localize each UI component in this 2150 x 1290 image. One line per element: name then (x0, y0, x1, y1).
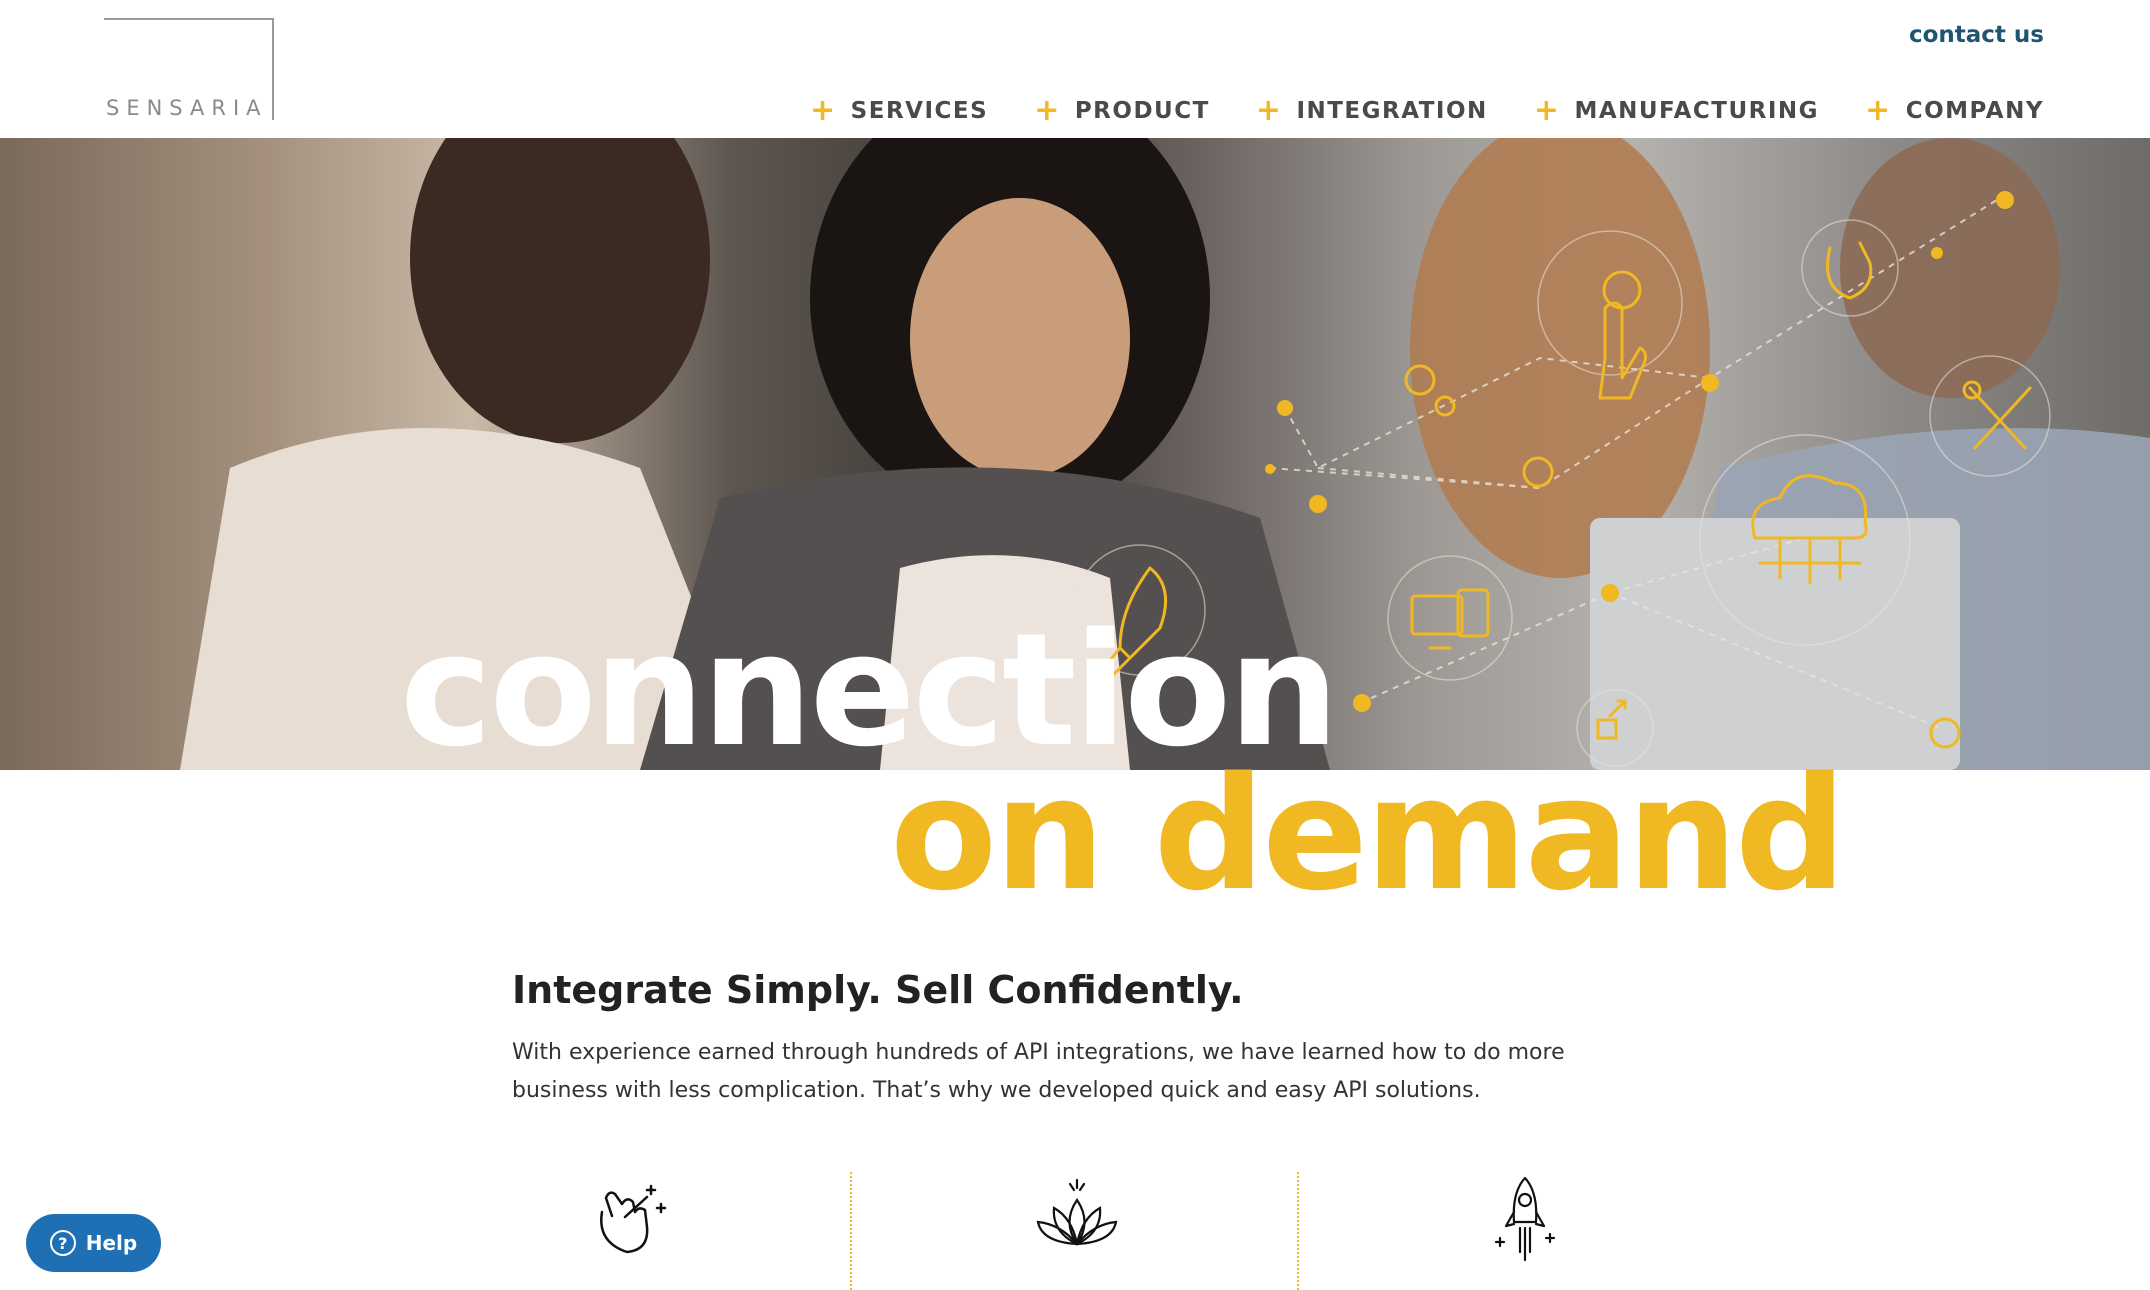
section-headline: Integrate Simply. Sell Confidently. (512, 968, 1244, 1012)
person-face-2 (910, 198, 1130, 478)
contact-us-link[interactable]: contact us (1909, 22, 2044, 48)
site-header: SENSARIA contact us + SERVICES + PRODUCT… (0, 0, 2150, 138)
rocket-icon (1480, 1172, 1570, 1262)
nav-label: SERVICES (850, 98, 989, 124)
question-icon: ? (49, 1230, 76, 1256)
help-label: Help (85, 1231, 138, 1255)
plus-icon: + (1533, 93, 1561, 128)
nav-item-services[interactable]: + SERVICES (810, 96, 988, 126)
person-head-1 (410, 138, 710, 443)
plus-icon: + (1865, 93, 1892, 128)
help-button[interactable]: ? Help (26, 1214, 161, 1272)
laptop (1590, 518, 1960, 770)
nav-label: MANUFACTURING (1574, 98, 1820, 124)
nav-item-manufacturing[interactable]: + MANUFACTURING (1534, 96, 1819, 126)
devices-icon (1410, 588, 1490, 650)
person-hair-3 (1410, 138, 1710, 578)
feature-divider (850, 1172, 852, 1290)
main-nav: + SERVICES + PRODUCT + INTEGRATION + MAN… (810, 96, 2044, 126)
nav-label: INTEGRATION (1296, 98, 1488, 124)
nav-item-company[interactable]: + COMPANY (1865, 96, 2044, 126)
hero-title-line2: on demand (890, 743, 1847, 925)
feature-divider (1297, 1172, 1299, 1290)
nav-label: PRODUCT (1074, 98, 1210, 124)
plus-icon: + (1255, 93, 1283, 128)
plus-icon: + (810, 93, 837, 128)
sensaria-logo[interactable]: SENSARIA (104, 18, 274, 120)
section-body: With experience earned through hundreds … (512, 1040, 1565, 1103)
nav-item-integration[interactable]: + INTEGRATION (1256, 96, 1488, 126)
plus-icon: + (1034, 93, 1061, 128)
snap-fingers-icon (587, 1172, 677, 1262)
lotus-icon (1032, 1172, 1122, 1262)
feature-row (512, 1172, 1642, 1290)
logo-text: SENSARIA (106, 96, 268, 120)
person-head-4 (1840, 138, 2060, 398)
nav-label: COMPANY (1905, 98, 2044, 124)
nav-item-product[interactable]: + PRODUCT (1034, 96, 1210, 126)
